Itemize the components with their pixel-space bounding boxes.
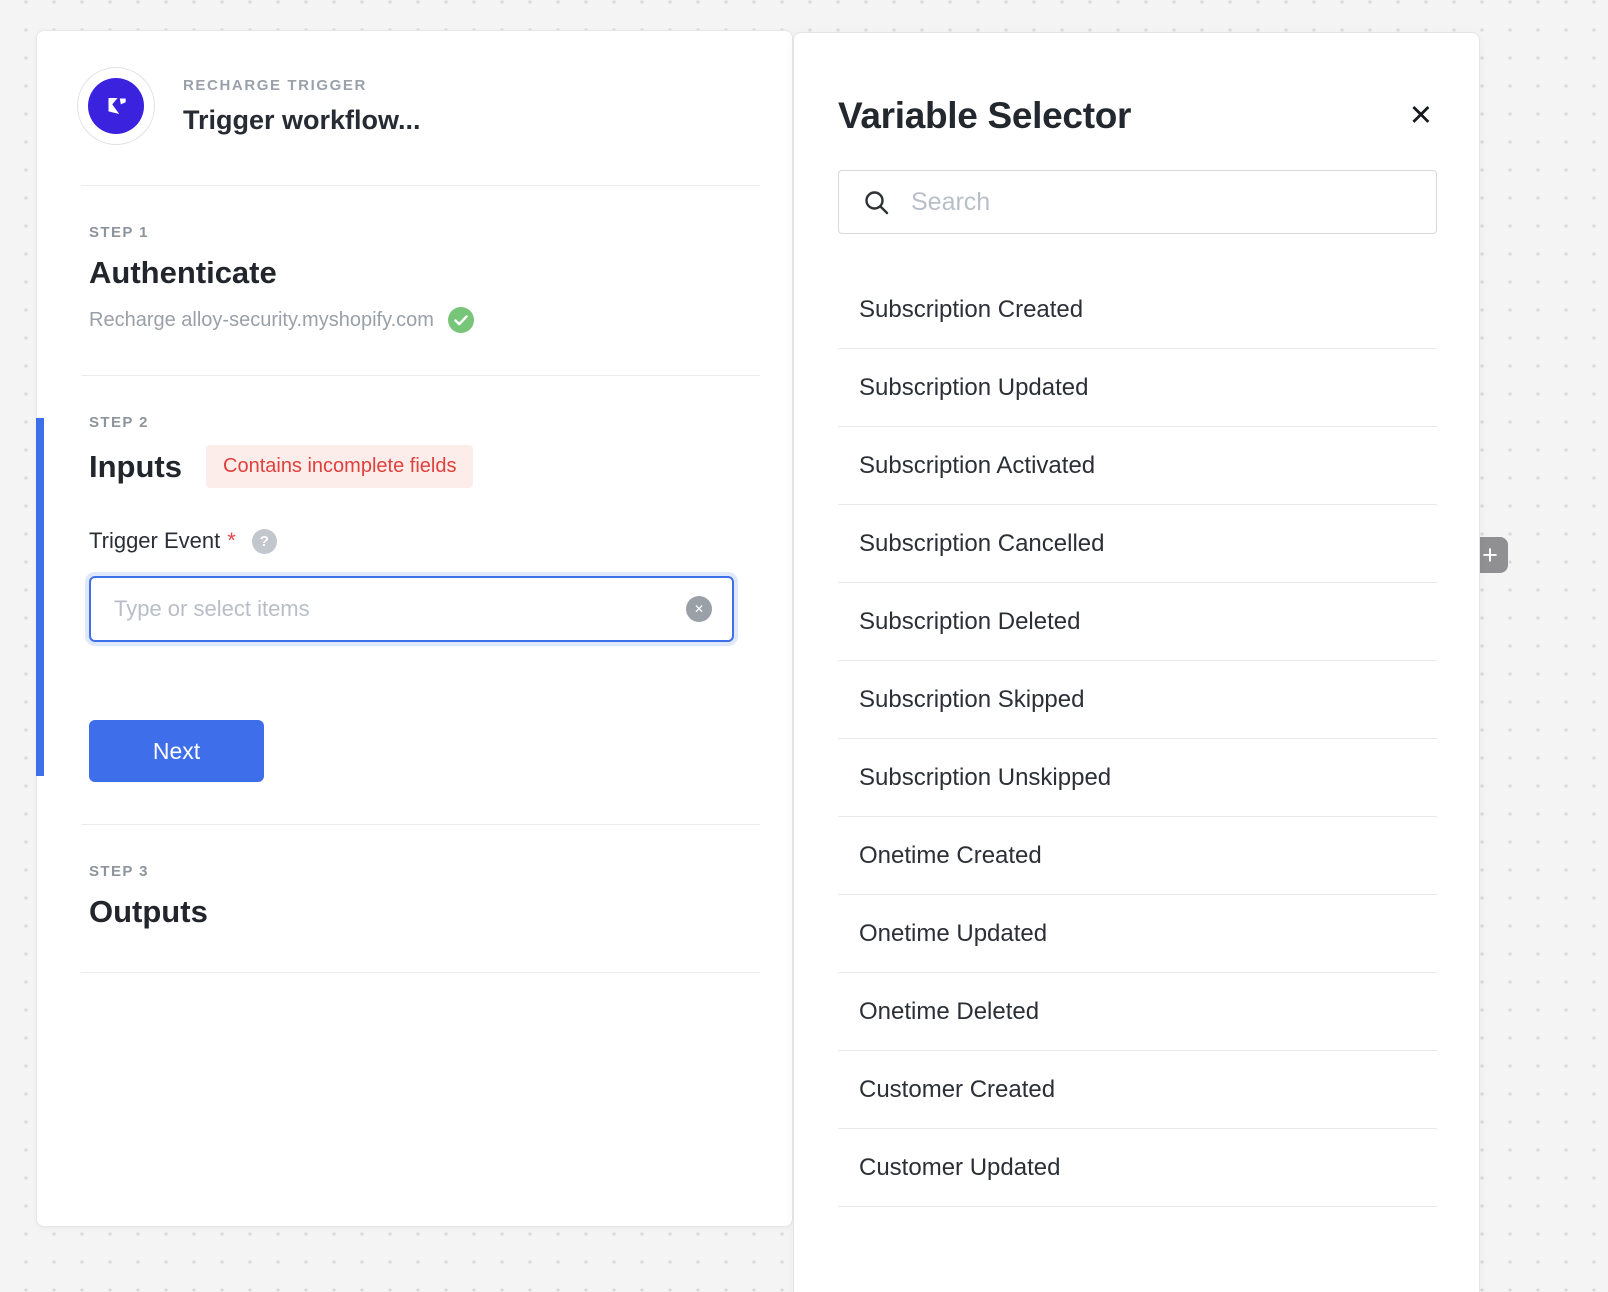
variable-selector-title: Variable Selector (838, 95, 1131, 137)
trigger-event-select: ✕ (89, 576, 734, 642)
incomplete-fields-badge: Contains incomplete fields (206, 445, 473, 488)
step-1-title: Authenticate (89, 255, 732, 291)
step-divider-3 (81, 972, 760, 973)
trigger-card-header: RECHARGE TRIGGER Trigger workflow... (37, 31, 792, 185)
step-3-section: STEP 3 Outputs (37, 825, 792, 972)
trigger-step-card: RECHARGE TRIGGER Trigger workflow... STE… (36, 30, 793, 1227)
list-item[interactable]: Onetime Deleted (838, 973, 1437, 1051)
list-item[interactable]: Subscription Activated (838, 427, 1437, 505)
list-item[interactable]: Onetime Updated (838, 895, 1437, 973)
trigger-card-title: Trigger workflow... (183, 105, 421, 136)
list-item[interactable]: Subscription Updated (838, 349, 1437, 427)
required-asterisk: * (227, 528, 236, 554)
check-circle-icon (448, 307, 474, 333)
list-item[interactable]: Subscription Skipped (838, 661, 1437, 739)
variable-search-box (838, 170, 1437, 234)
list-item[interactable]: Subscription Cancelled (838, 505, 1437, 583)
clear-input-icon[interactable]: ✕ (686, 596, 712, 622)
help-question-icon[interactable]: ? (252, 529, 277, 554)
list-item[interactable]: Customer Updated (838, 1129, 1437, 1207)
variable-search-input[interactable] (911, 188, 1412, 217)
step-2-title: Inputs (89, 449, 182, 485)
app-kicker: RECHARGE TRIGGER (183, 77, 421, 94)
step-1-section: STEP 1 Authenticate Recharge alloy-secur… (37, 186, 792, 375)
step-2-heading-row: Inputs Contains incomplete fields (89, 445, 732, 488)
trigger-event-input[interactable] (89, 576, 734, 642)
search-icon (863, 189, 890, 216)
list-item[interactable]: Subscription Deleted (838, 583, 1437, 661)
list-item[interactable]: Subscription Created (838, 271, 1437, 349)
step-2-section: STEP 2 Inputs Contains incomplete fields… (37, 376, 792, 824)
list-item[interactable]: Onetime Created (838, 817, 1437, 895)
variable-list: Subscription Created Subscription Update… (838, 271, 1437, 1207)
avatar (77, 67, 155, 145)
step-3-label: STEP 3 (89, 863, 732, 880)
recharge-logo-icon (88, 78, 144, 134)
list-item[interactable]: Customer Created (838, 1051, 1437, 1129)
step-1-label: STEP 1 (89, 224, 732, 241)
list-item[interactable]: Subscription Unskipped (838, 739, 1437, 817)
step-3-title: Outputs (89, 894, 732, 930)
trigger-event-field-row: Trigger Event * ? (89, 528, 732, 554)
trigger-card-heading: RECHARGE TRIGGER Trigger workflow... (183, 77, 421, 136)
next-button[interactable]: Next (89, 720, 264, 782)
trigger-event-label: Trigger Event (89, 528, 220, 554)
step-2-label: STEP 2 (89, 414, 732, 431)
close-icon[interactable]: ✕ (1405, 98, 1437, 135)
variable-selector-panel: Variable Selector ✕ Subscription Created… (793, 32, 1480, 1292)
auth-status-row: Recharge alloy-security.myshopify.com (89, 307, 732, 333)
variable-selector-header: Variable Selector ✕ (838, 95, 1437, 137)
active-step-accent-bar (36, 418, 44, 776)
auth-account-text: Recharge alloy-security.myshopify.com (89, 309, 434, 332)
